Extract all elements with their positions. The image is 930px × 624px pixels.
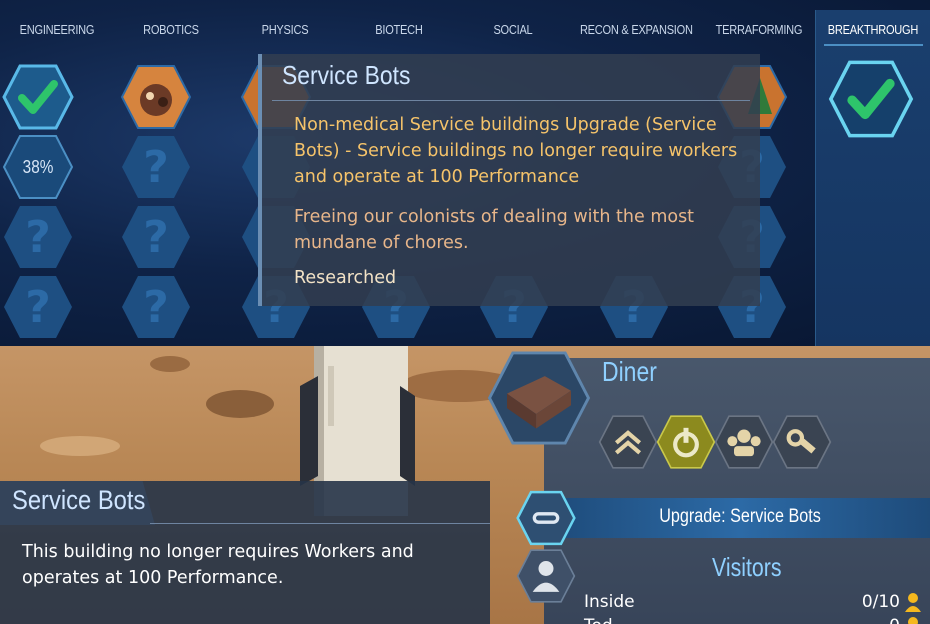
building-panel-background (544, 358, 930, 624)
building-name: Diner (602, 356, 657, 387)
svg-text:?: ? (25, 212, 51, 263)
visitor-icon (516, 548, 576, 604)
research-progress-label: 38% (22, 156, 54, 177)
robot-tech-icon[interactable] (120, 64, 192, 130)
tab-recon-expansion[interactable]: RECON & EXPANSION (579, 10, 692, 48)
tooltip-title: Service Bots (282, 60, 411, 90)
unknown-tech-icon[interactable]: ? (2, 274, 74, 340)
tech-tooltip: Service Bots Non-medical Service buildin… (258, 54, 760, 306)
svg-text:?: ? (143, 212, 169, 263)
tooltip-description: Non-medical Service buildings Upgrade (S… (294, 115, 738, 187)
tech-in-progress[interactable]: 38% (2, 134, 74, 200)
tech-researched-icon[interactable] (2, 64, 74, 130)
workers-icon[interactable] (714, 414, 774, 470)
game-view: Service Bots This building no longer req… (0, 346, 930, 624)
svg-text:?: ? (143, 282, 169, 333)
row-label: Tod (584, 616, 613, 624)
row-label: Inside (584, 592, 635, 612)
tab-breakthrough[interactable]: BREAKTHROUGH (825, 10, 922, 48)
visitors-row-today: Tod 0 (584, 616, 922, 624)
visitors-row-inside: Inside 0/10 (584, 592, 922, 612)
unknown-tech-icon[interactable]: ? (120, 204, 192, 270)
tab-engineering[interactable]: ENGINEERING (9, 10, 106, 48)
tooltip-flavor-text: Freeing our colonists of dealing with th… (294, 207, 695, 253)
diner-building-icon (486, 350, 592, 446)
colonist-icon (905, 593, 921, 612)
upgrade-icon[interactable] (598, 414, 658, 470)
tab-physics[interactable]: PHYSICS (236, 10, 333, 48)
unknown-tech-icon[interactable]: ? (120, 134, 192, 200)
today-count: 0 (889, 616, 900, 624)
tab-terraforming[interactable]: TERRAFORMING (711, 10, 808, 48)
tab-biotech[interactable]: BIOTECH (350, 10, 447, 48)
row-value: 0/10 (862, 592, 922, 612)
inside-count: 0/10 (861, 592, 900, 612)
info-divider (150, 523, 490, 524)
demolish-icon[interactable] (772, 414, 832, 470)
unknown-tech-icon[interactable]: ? (2, 204, 74, 270)
info-title: Service Bots (12, 485, 146, 515)
upgrade-info-panel: Service Bots This building no longer req… (0, 481, 490, 624)
research-screen: ENGINEERING ROBOTICS PHYSICS BIOTECH SOC… (0, 0, 930, 346)
svg-text:?: ? (143, 142, 169, 193)
tab-social[interactable]: SOCIAL (464, 10, 561, 48)
research-tabs: ENGINEERING ROBOTICS PHYSICS BIOTECH SOC… (0, 10, 930, 48)
row-value: 0 (889, 616, 922, 624)
building-panel: Diner Upgrade: Service Bots Visitors Ins… (487, 348, 930, 624)
upgrade-status-bar[interactable]: Upgrade: Service Bots (550, 498, 930, 538)
upgrade-label: Upgrade: Service Bots (659, 506, 821, 527)
power-icon[interactable] (656, 414, 716, 470)
visitors-heading: Visitors (712, 552, 782, 582)
unknown-tech-icon[interactable]: ? (120, 274, 192, 340)
tooltip-status: Researched (294, 268, 397, 288)
tab-robotics[interactable]: ROBOTICS (122, 10, 219, 48)
service-bot-icon (516, 490, 576, 546)
svg-text:?: ? (25, 282, 51, 333)
breakthrough-researched-icon[interactable] (828, 60, 914, 138)
tooltip-divider (272, 100, 750, 101)
colonist-icon (908, 617, 918, 624)
info-description: This building no longer requires Workers… (22, 542, 414, 588)
